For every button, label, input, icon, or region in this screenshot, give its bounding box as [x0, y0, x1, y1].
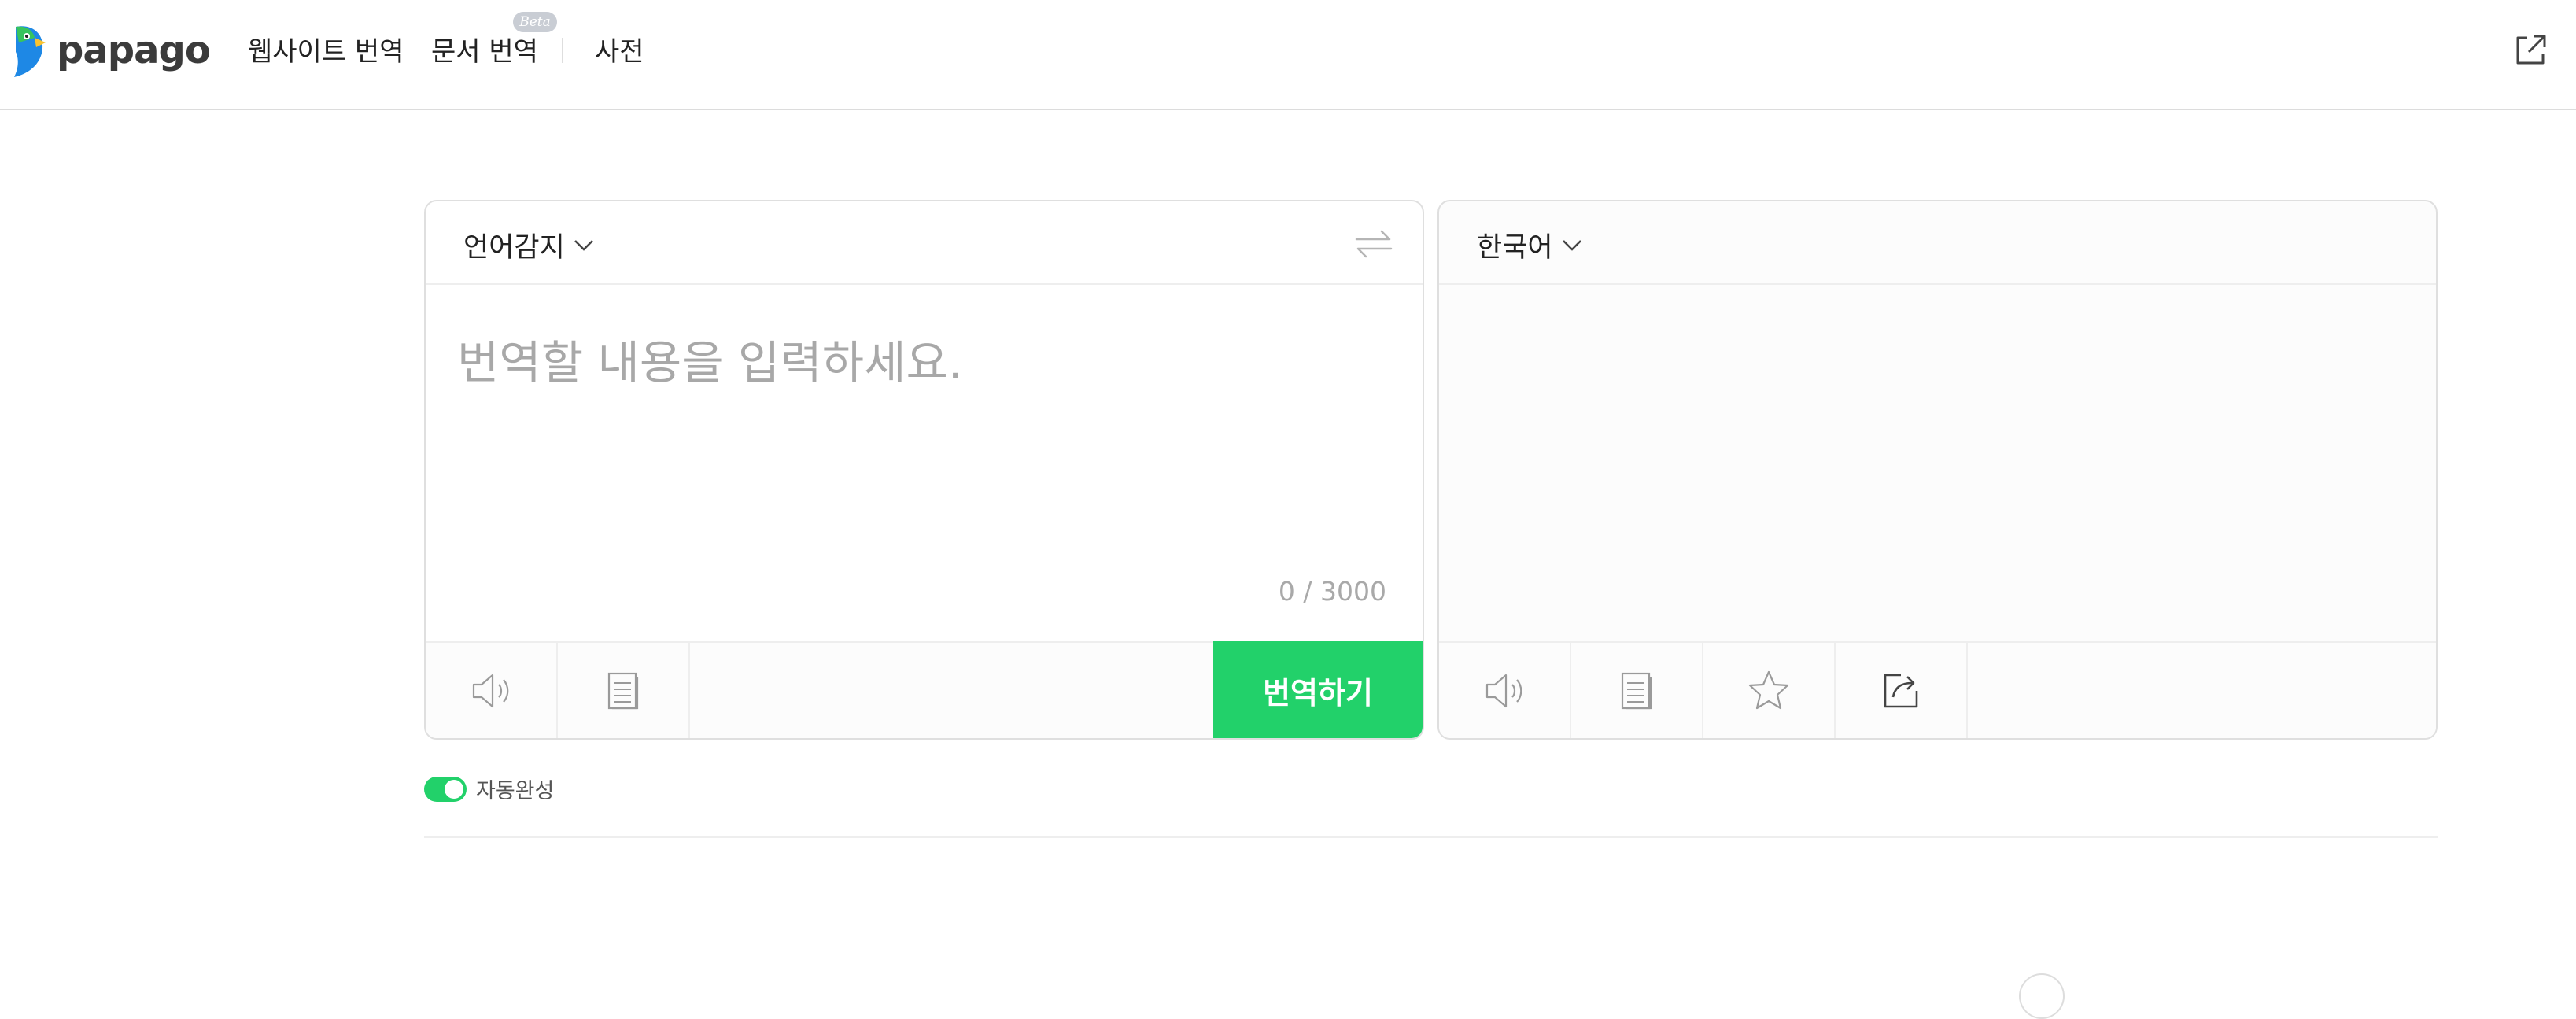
- target-panel-header: 한국어: [1439, 201, 2436, 285]
- speaker-icon: [472, 674, 509, 707]
- char-count: 0 / 3000: [1278, 576, 1386, 607]
- translate-button[interactable]: 번역하기: [1213, 641, 1423, 738]
- target-language-select[interactable]: 한국어: [1477, 225, 1583, 265]
- nav-dictionary[interactable]: 사전: [595, 30, 644, 68]
- document-icon: [1621, 672, 1652, 709]
- target-language-label: 한국어: [1477, 232, 1553, 264]
- document-icon: [607, 672, 639, 709]
- toggle-switch[interactable]: [424, 776, 467, 802]
- target-panel: 한국어: [1437, 200, 2438, 740]
- parrot-logo-icon: [14, 26, 46, 77]
- source-language-select[interactable]: 언어감지: [463, 225, 595, 265]
- beta-badge: Beta: [513, 12, 557, 32]
- source-copy-button[interactable]: [558, 643, 690, 738]
- source-panel-footer: 번역하기: [426, 641, 1423, 738]
- logo-text: papago: [57, 28, 211, 72]
- target-copy-button[interactable]: [1571, 643, 1703, 738]
- chevron-down-icon: [1562, 239, 1581, 251]
- chevron-down-icon: [574, 239, 593, 251]
- external-link-icon[interactable]: [2511, 31, 2549, 69]
- toggle-knob: [445, 779, 463, 799]
- star-icon: [1748, 670, 1789, 709]
- share-button[interactable]: [1836, 643, 1968, 738]
- source-panel-header: 언어감지: [426, 201, 1423, 285]
- source-text-input[interactable]: [426, 285, 1423, 545]
- source-language-label: 언어감지: [463, 232, 565, 264]
- nav-divider: [562, 38, 563, 63]
- autocomplete-toggle[interactable]: 자동완성: [424, 773, 554, 804]
- source-listen-button[interactable]: [426, 643, 558, 738]
- target-listen-button[interactable]: [1439, 643, 1571, 738]
- speaker-icon: [1485, 674, 1522, 707]
- source-panel: 언어감지 0 / 3000 번역하기: [424, 200, 1424, 740]
- section-divider: [424, 836, 2438, 838]
- favorite-button[interactable]: [1703, 643, 1836, 738]
- swap-icon[interactable]: [1353, 228, 1394, 260]
- share-icon: [1884, 674, 1918, 707]
- nav-document-translation[interactable]: 문서 번역: [431, 30, 538, 68]
- nav-website-translation[interactable]: 웹사이트 번역: [248, 30, 404, 68]
- target-panel-footer: [1439, 641, 2436, 738]
- autocomplete-label: 자동완성: [476, 779, 555, 803]
- papago-logo[interactable]: papago: [8, 22, 211, 79]
- scroll-top-circle[interactable]: [2019, 973, 2065, 1019]
- top-header: papago 웹사이트 번역 문서 번역 Beta 사전: [0, 0, 2576, 110]
